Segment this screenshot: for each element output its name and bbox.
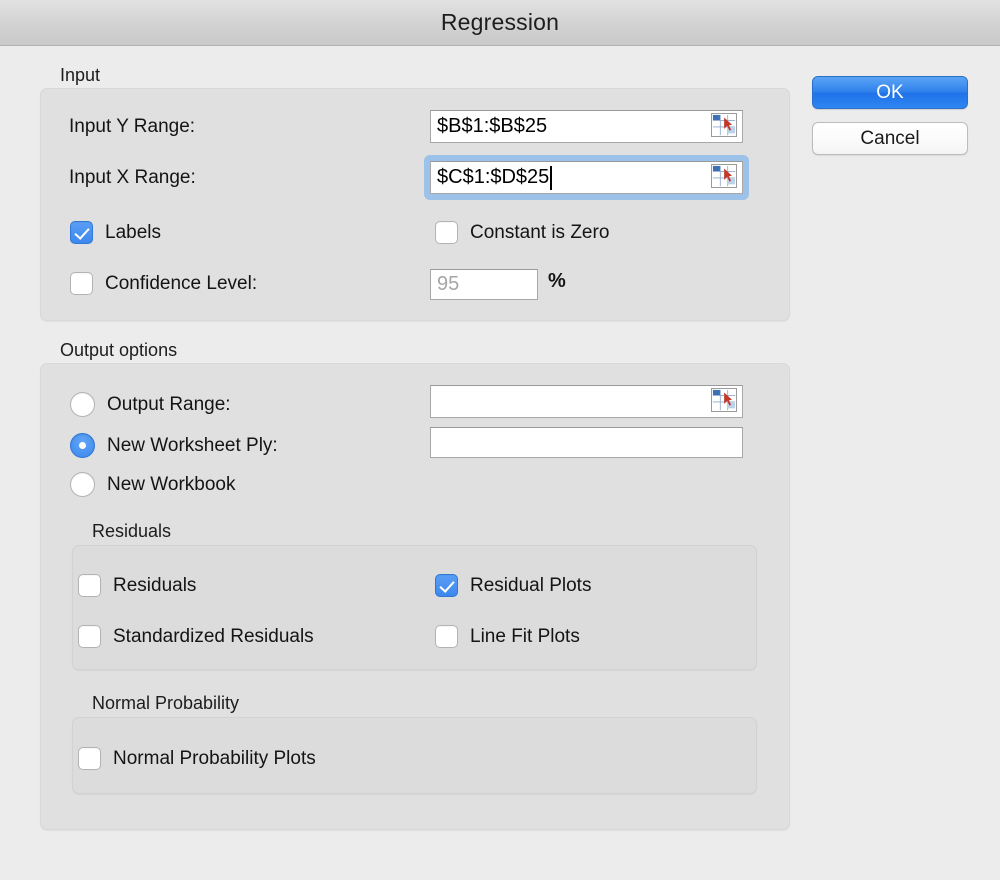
range-select-icon[interactable]: [711, 164, 737, 188]
confidence-level-label: Confidence Level:: [105, 272, 258, 294]
normal-probability-legend: Normal Probability: [92, 693, 240, 713]
text-caret: [550, 165, 553, 190]
range-select-icon[interactable]: [711, 388, 737, 412]
labels-checkbox[interactable]: Labels: [70, 221, 161, 244]
percent-sign-label: %: [548, 270, 566, 292]
new-workbook-radio[interactable]: New Workbook: [70, 472, 235, 497]
new-worksheet-ply-field[interactable]: [430, 427, 743, 458]
dialog-titlebar: Regression: [0, 0, 1000, 46]
output-range-field[interactable]: [430, 385, 743, 418]
confidence-level-checkbox[interactable]: Confidence Level:: [70, 272, 257, 295]
line-fit-plots-checkbox-label: Line Fit Plots: [470, 625, 580, 647]
new-worksheet-ply-label: New Worksheet Ply:: [107, 434, 278, 456]
cancel-button[interactable]: Cancel: [812, 122, 968, 155]
radio-indicator[interactable]: [70, 433, 95, 458]
labels-checkbox-label: Labels: [105, 221, 161, 243]
residuals-checkbox[interactable]: Residuals: [78, 574, 196, 597]
radio-indicator[interactable]: [70, 392, 95, 417]
constant-is-zero-label: Constant is Zero: [470, 221, 610, 243]
radio-indicator[interactable]: [70, 472, 95, 497]
standardized-residuals-checkbox-label: Standardized Residuals: [113, 625, 314, 647]
input-x-range-value: $C$1:$D$25: [437, 166, 550, 188]
residuals-legend: Residuals: [92, 521, 172, 541]
checkbox-indicator[interactable]: [435, 221, 458, 244]
confidence-level-placeholder: 95: [437, 273, 460, 295]
checkbox-indicator[interactable]: [78, 747, 101, 770]
checkbox-indicator[interactable]: [78, 574, 101, 597]
input-y-range-value: $B$1:$B$25: [437, 115, 548, 137]
normal-probability-plots-checkbox[interactable]: Normal Probability Plots: [78, 747, 316, 770]
regression-dialog: Regression Input Input Y Range: $B$1:$B$…: [0, 0, 1000, 880]
input-x-range-label: Input X Range:: [69, 167, 196, 188]
constant-is-zero-checkbox[interactable]: Constant is Zero: [435, 221, 609, 244]
confidence-level-input[interactable]: 95: [430, 269, 538, 300]
checkbox-indicator[interactable]: [78, 625, 101, 648]
residual-plots-checkbox-label: Residual Plots: [470, 574, 592, 596]
new-worksheet-ply-radio[interactable]: New Worksheet Ply:: [70, 433, 278, 458]
output-range-radio[interactable]: Output Range:: [70, 392, 231, 417]
standardized-residuals-checkbox[interactable]: Standardized Residuals: [78, 625, 314, 648]
output-options-legend: Output options: [60, 340, 178, 360]
checkbox-indicator[interactable]: [70, 221, 93, 244]
output-range-label: Output Range:: [107, 393, 231, 415]
new-workbook-label: New Workbook: [107, 473, 236, 495]
dialog-title: Regression: [440, 9, 560, 35]
input-y-range-label: Input Y Range:: [69, 116, 196, 137]
input-x-range-field[interactable]: $C$1:$D$25: [430, 161, 743, 194]
input-y-range-field[interactable]: $B$1:$B$25: [430, 110, 743, 143]
checkbox-indicator[interactable]: [435, 625, 458, 648]
ok-button[interactable]: OK: [812, 76, 968, 109]
line-fit-plots-checkbox[interactable]: Line Fit Plots: [435, 625, 580, 648]
normal-probability-plots-checkbox-label: Normal Probability Plots: [113, 747, 316, 769]
residuals-checkbox-label: Residuals: [113, 574, 197, 596]
residuals-groupbox: [72, 545, 757, 670]
residual-plots-checkbox[interactable]: Residual Plots: [435, 574, 591, 597]
range-select-icon[interactable]: [711, 113, 737, 137]
checkbox-indicator[interactable]: [435, 574, 458, 597]
input-section-legend: Input: [60, 65, 101, 85]
checkbox-indicator[interactable]: [70, 272, 93, 295]
